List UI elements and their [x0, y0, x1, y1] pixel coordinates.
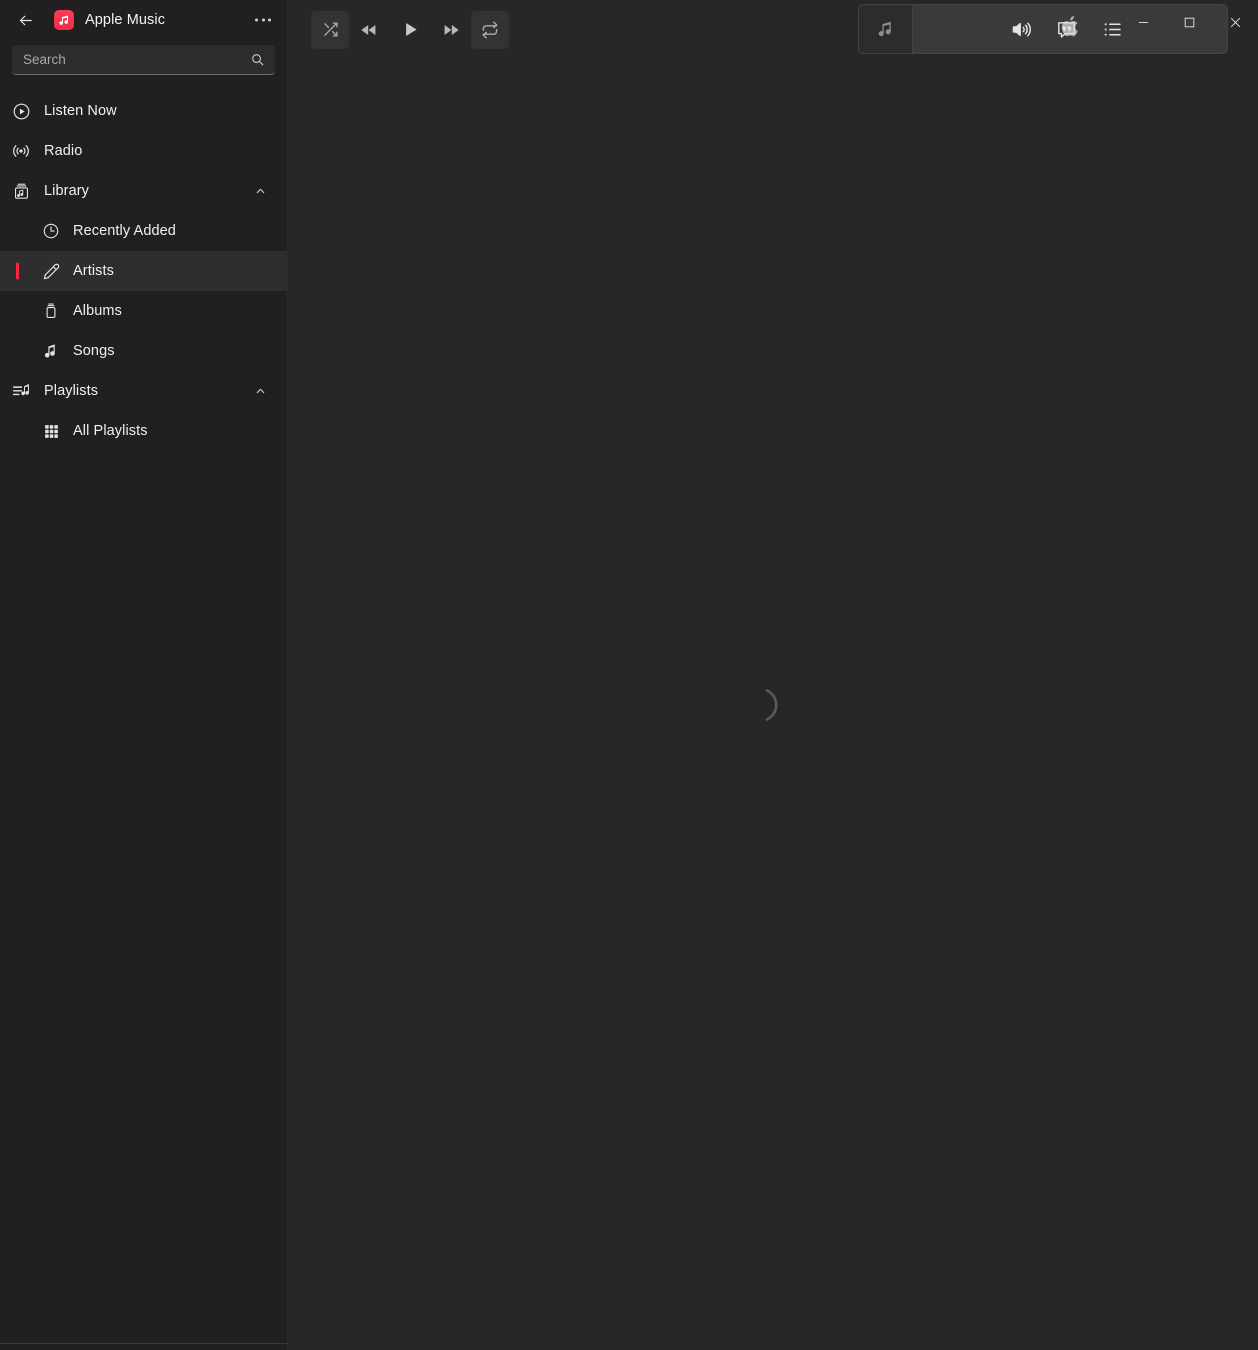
sidebar-item-artists[interactable]: Artists: [0, 251, 287, 291]
selection-indicator: [16, 262, 19, 280]
broadcast-icon: [10, 140, 32, 162]
album-icon: [40, 300, 62, 322]
sidebar-item-label: Playlists: [44, 383, 99, 399]
sidebar-item-recently-added[interactable]: Recently Added: [0, 211, 287, 251]
sidebar-item-albums[interactable]: Albums: [0, 291, 287, 331]
chevron-up-icon[interactable]: [254, 185, 267, 198]
sidebar-item-listen-now[interactable]: Listen Now: [0, 91, 287, 131]
sidebar-titlebar: Apple Music: [0, 0, 287, 40]
close-button[interactable]: [1212, 0, 1258, 44]
shuffle-button[interactable]: [311, 10, 349, 49]
grid-icon: [40, 420, 62, 442]
volume-icon[interactable]: [1008, 18, 1032, 42]
chevron-up-icon[interactable]: [254, 385, 267, 398]
album-artwork-placeholder: [859, 5, 913, 53]
clock-icon: [40, 220, 62, 242]
search-icon: [250, 52, 266, 67]
content-panel: [288, 59, 1258, 1350]
search-input[interactable]: [23, 52, 250, 67]
sidebar-item-radio[interactable]: Radio: [0, 131, 287, 171]
play-circle-icon: [10, 100, 32, 122]
sidebar: Apple Music Listen Now: [0, 0, 288, 1350]
main-area: [288, 0, 1258, 1350]
sidebar-item-label: Artists: [73, 263, 114, 279]
transport-controls: [311, 9, 509, 51]
loading-spinner: [751, 683, 795, 727]
repeat-button[interactable]: [471, 10, 509, 49]
sidebar-item-label: All Playlists: [73, 423, 148, 439]
app-title: Apple Music: [85, 12, 166, 28]
lyrics-icon[interactable]: [1054, 18, 1078, 42]
window-controls: [1120, 0, 1258, 44]
playlist-icon: [10, 380, 32, 402]
more-options-button[interactable]: [251, 13, 275, 28]
player-toolbar: [288, 0, 1258, 59]
sidebar-item-playlists[interactable]: Playlists: [0, 371, 287, 411]
sidebar-item-label: Listen Now: [44, 103, 117, 119]
sidebar-item-library[interactable]: Library: [0, 171, 287, 211]
search-container: [0, 45, 287, 75]
music-note-icon: [40, 340, 62, 362]
back-button[interactable]: [12, 7, 38, 33]
sidebar-item-label: Albums: [73, 303, 122, 319]
sidebar-item-songs[interactable]: Songs: [0, 331, 287, 371]
sidebar-divider: [0, 1343, 287, 1344]
apple-music-window: Apple Music Listen Now: [0, 0, 1258, 1350]
sidebar-item-label: Radio: [44, 143, 83, 159]
play-button[interactable]: [389, 9, 431, 51]
sidebar-item-label: Songs: [73, 343, 115, 359]
microphone-icon: [40, 260, 62, 282]
library-icon: [10, 180, 32, 202]
sidebar-item-all-playlists[interactable]: All Playlists: [0, 411, 287, 451]
sidebar-item-label: Recently Added: [73, 223, 176, 239]
maximize-button[interactable]: [1166, 0, 1212, 44]
search-box[interactable]: [12, 45, 275, 75]
player-right-controls: [1008, 0, 1124, 59]
sidebar-nav: Listen Now Radio Library Recently Added …: [0, 91, 287, 451]
minimize-button[interactable]: [1120, 0, 1166, 44]
previous-button[interactable]: [349, 10, 389, 50]
next-button[interactable]: [431, 10, 471, 50]
apple-music-logo-icon: [54, 10, 74, 30]
sidebar-item-label: Library: [44, 183, 90, 199]
